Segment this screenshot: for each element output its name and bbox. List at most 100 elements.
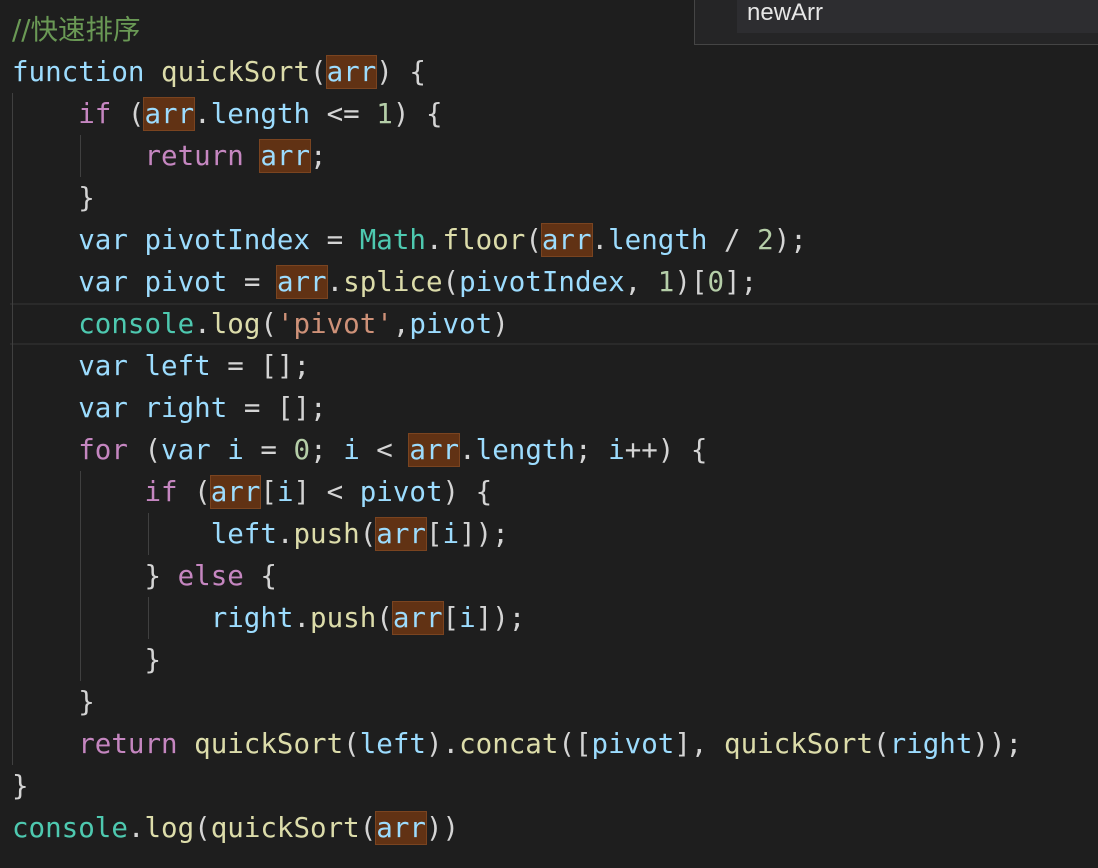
code-token: = xyxy=(243,434,294,466)
code-token: <= xyxy=(310,98,377,130)
code-token: } xyxy=(12,182,95,214)
code-token: if xyxy=(78,98,112,130)
code-line[interactable]: function quickSort(arr) { xyxy=(12,51,426,93)
code-token: quickSort xyxy=(194,728,344,760)
code-line[interactable]: right.push(arr[i]); xyxy=(12,597,525,639)
code-token: i xyxy=(227,434,244,466)
code-token: . xyxy=(194,308,211,340)
code-token: length xyxy=(210,98,311,130)
code-line[interactable]: var pivot = arr.splice(pivotIndex, 1)[0]… xyxy=(12,261,757,303)
code-token: i xyxy=(442,518,460,550)
suggestion-widget[interactable]: newArr xyxy=(694,0,1098,45)
code-token: pivotIndex xyxy=(459,266,625,298)
code-token: )) xyxy=(425,812,460,844)
code-line[interactable]: if (arr.length <= 1) { xyxy=(12,93,443,135)
code-token: ( xyxy=(343,728,360,760)
code-token: left xyxy=(359,728,426,760)
code-token: )[ xyxy=(674,266,708,298)
code-line[interactable]: console.log(quickSort(arr)) xyxy=(12,807,459,849)
code-token: ( xyxy=(127,434,162,466)
code-token: ( xyxy=(310,56,327,88)
code-token: 0 xyxy=(707,266,725,298)
code-line[interactable]: left.push(arr[i]); xyxy=(12,513,509,555)
code-token: } xyxy=(12,770,29,802)
code-token: ); xyxy=(773,224,807,256)
code-token: //快速排序 xyxy=(12,14,141,46)
code-line[interactable]: var left = []; xyxy=(12,345,310,387)
code-line[interactable]: return arr; xyxy=(12,135,327,177)
suggestion-item[interactable]: newArr xyxy=(737,0,1098,33)
code-line[interactable]: var right = []; xyxy=(12,387,326,429)
code-line[interactable]: } else { xyxy=(12,555,277,597)
code-token: } xyxy=(12,644,162,676)
code-line[interactable]: if (arr[i] < pivot) { xyxy=(12,471,492,513)
code-token: ++) { xyxy=(624,434,708,466)
code-token: ]); xyxy=(475,602,526,634)
code-line[interactable]: //快速排序 xyxy=(12,9,141,51)
code-token: var xyxy=(78,392,128,424)
code-token: ) xyxy=(492,308,509,340)
code-token: . xyxy=(591,224,609,256)
code-line[interactable]: console.log('pivot',pivot) xyxy=(12,303,509,345)
symbol-highlight: arr xyxy=(375,811,427,845)
code-editor[interactable]: //快速排序 function quickSort(arr) { if (arr.… xyxy=(0,0,1098,868)
symbol-highlight: arr xyxy=(275,265,328,299)
code-token: . xyxy=(293,602,311,634)
code-token: left xyxy=(210,518,277,550)
code-token: i xyxy=(608,434,625,466)
symbol-highlight: arr xyxy=(259,139,312,173)
code-token: if xyxy=(144,476,178,508)
code-token: right xyxy=(210,602,294,634)
code-token: console xyxy=(78,308,195,340)
code-token: right xyxy=(889,728,973,760)
code-token: ( xyxy=(177,476,211,508)
symbol-highlight: arr xyxy=(325,55,378,89)
code-token: return xyxy=(144,140,244,172)
code-token: ([ xyxy=(558,728,592,760)
code-token: var xyxy=(78,266,128,298)
code-token: ( xyxy=(359,518,377,550)
code-line[interactable]: var pivotIndex = Math.floor(arr.length /… xyxy=(12,219,807,261)
code-line[interactable]: return quickSort(left).concat([pivot], q… xyxy=(12,723,1022,765)
code-token: = xyxy=(310,224,360,256)
code-token: ( xyxy=(442,266,460,298)
code-token: quickSort xyxy=(161,56,311,88)
code-line[interactable]: } xyxy=(12,681,95,723)
code-token: , xyxy=(624,266,658,298)
code-token: [ xyxy=(425,518,443,550)
code-token: ( xyxy=(194,812,211,844)
code-line[interactable]: } xyxy=(12,765,29,807)
code-token: quickSort xyxy=(210,812,360,844)
code-token: ) { xyxy=(376,56,426,88)
code-token: . xyxy=(194,98,211,130)
symbol-highlight: arr xyxy=(408,433,461,467)
code-token: pivot xyxy=(591,728,675,760)
code-line[interactable]: } xyxy=(12,639,161,681)
code-token: ; xyxy=(575,434,609,466)
symbol-highlight: arr xyxy=(143,97,196,131)
code-token: ; xyxy=(310,140,327,172)
code-token: ] < xyxy=(293,476,360,508)
code-token: push xyxy=(310,602,377,634)
code-token: ( xyxy=(111,98,145,130)
code-token: )); xyxy=(972,728,1023,760)
code-line[interactable]: } xyxy=(12,177,95,219)
code-token: . xyxy=(326,266,344,298)
code-token: 0 xyxy=(293,434,311,466)
code-token: i xyxy=(276,476,294,508)
code-token: ( xyxy=(260,308,277,340)
code-line[interactable]: for (var i = 0; i < arr.length; i++) { xyxy=(12,429,707,471)
code-token: pivot xyxy=(144,266,228,298)
code-token: Math xyxy=(359,224,426,256)
code-token: = []; xyxy=(210,350,311,382)
